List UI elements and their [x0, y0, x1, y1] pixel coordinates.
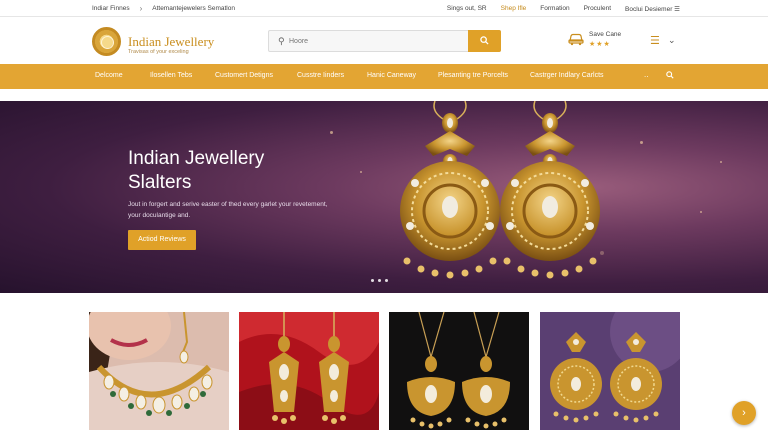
- nav-item-gateway[interactable]: Hanic Caneway: [367, 72, 416, 79]
- hamburger-icon[interactable]: ☰: [650, 34, 660, 47]
- hero-banner: Indian Jewellery Slalters Jout in forger…: [0, 101, 768, 293]
- earrings-black-image: [389, 312, 529, 430]
- carousel-dot-1[interactable]: [371, 279, 374, 282]
- hero-title-line2: Slalters: [128, 172, 192, 193]
- rating-stars: ★★★: [589, 41, 611, 48]
- menu-lines-icon: ☰: [674, 6, 680, 13]
- hero-cta-button[interactable]: Actiod Reviews: [128, 230, 196, 250]
- product-card-purple-earrings[interactable]: [540, 312, 680, 430]
- carousel-dot-2[interactable]: [378, 279, 381, 282]
- top-link-signin[interactable]: Sings out, SR: [447, 5, 487, 13]
- earrings-red-image: [239, 312, 379, 430]
- top-link-formation[interactable]: Formation: [540, 5, 569, 13]
- next-arrow-button[interactable]: ›: [732, 401, 756, 425]
- nav-item-best-sellers[interactable]: Ilosellen Tebs: [150, 72, 192, 79]
- logo-icon[interactable]: [92, 27, 121, 56]
- breadcrumb: Indiar Finnes › Attemantejewelers Sematl…: [92, 3, 235, 13]
- brand-name[interactable]: Indian Jewellery: [128, 34, 214, 50]
- earrings-image: [400, 101, 600, 279]
- search-bar: ⚲: [268, 30, 501, 52]
- search-button[interactable]: [468, 30, 501, 52]
- earrings-purple-image: [540, 312, 680, 430]
- carousel-dot-3[interactable]: [385, 279, 388, 282]
- hero-description: Jout in forgert and serive easter of the…: [128, 201, 328, 219]
- chevron-right-icon: ›: [742, 407, 746, 419]
- carousel-dots: [371, 279, 388, 282]
- product-card-red-earrings[interactable]: [239, 312, 379, 430]
- product-card-necklace[interactable]: [89, 312, 229, 430]
- top-link-shop[interactable]: Shep Ifle: [501, 5, 527, 13]
- chevron-down-icon[interactable]: ⌄: [668, 35, 676, 46]
- hero-title: Indian Jewellery Slalters: [128, 147, 328, 195]
- nav-item-custom-designs[interactable]: Customert Detigns: [215, 72, 273, 79]
- search-input[interactable]: [289, 34, 459, 49]
- necklace-model-image: [89, 312, 229, 430]
- main-nav: Delcome Ilosellen Tebs Customert Detigns…: [0, 64, 768, 89]
- breadcrumb-separator-icon: ›: [139, 3, 143, 13]
- nav-item-indian-carts[interactable]: Castrger Indlary Carlcts: [530, 72, 604, 79]
- product-grid: [0, 312, 768, 430]
- site-header: Indian Jewellery Travisas of your exceli…: [0, 18, 768, 63]
- top-link-designer-label: Boclui Desiemer: [625, 6, 673, 13]
- top-utility-bar: Indiar Finnes › Attemantejewelers Sematl…: [0, 0, 768, 17]
- breadcrumb-home[interactable]: Indiar Finnes: [92, 5, 130, 12]
- nav-more[interactable]: ..: [644, 70, 648, 79]
- nav-item-finders[interactable]: Cusstre Iinders: [297, 72, 344, 79]
- left-earring: [400, 101, 500, 279]
- breadcrumb-current: Attemantejewelers Sematlon: [152, 5, 235, 12]
- hero-title-line1: Indian Jewellery: [128, 148, 265, 169]
- search-field-icon: ⚲: [278, 36, 285, 46]
- nav-item-welcome[interactable]: Delcome: [95, 72, 123, 79]
- save-label[interactable]: Save Cane: [589, 31, 621, 38]
- top-link-designer[interactable]: Boclui Desiemer ☰: [625, 5, 680, 13]
- nav-item-products[interactable]: Plesanting tre Porcelts: [438, 72, 508, 79]
- search-icon: [480, 36, 489, 45]
- top-link-proculent[interactable]: Proculent: [584, 5, 611, 13]
- nav-search-icon[interactable]: [666, 70, 674, 81]
- brand-tagline: Travisas of your exceling: [128, 49, 189, 55]
- product-card-black-earrings[interactable]: [389, 312, 529, 430]
- car-icon[interactable]: [568, 32, 584, 46]
- right-earring: [500, 101, 600, 279]
- top-links: Sings out, SR Shep Ifle Formation Procul…: [447, 5, 680, 13]
